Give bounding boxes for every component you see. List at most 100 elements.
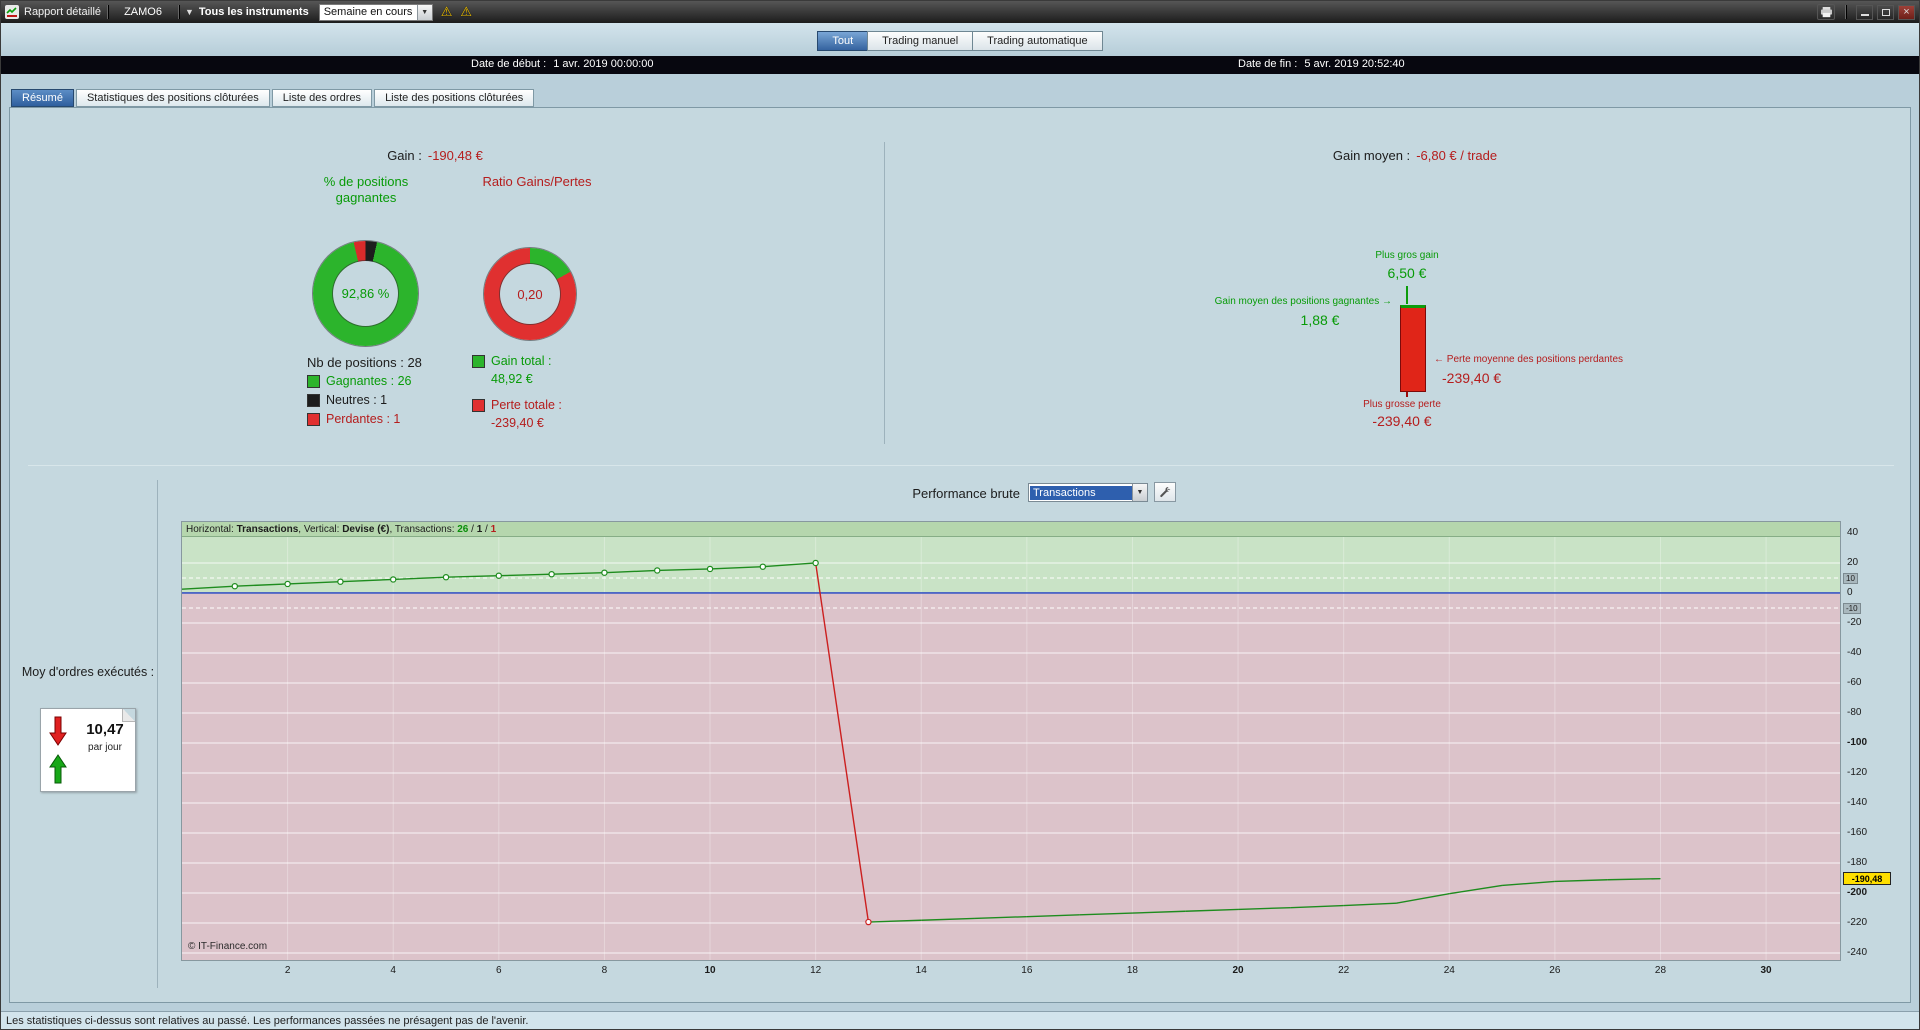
level-chip-minus10: -10 <box>1843 602 1861 614</box>
x-axis-tick: 24 <box>1443 965 1455 976</box>
avg-loss-label: Perte moyenne des positions perdantes <box>1446 354 1624 365</box>
chevron-down-icon[interactable]: ▼ <box>416 4 432 20</box>
vertical-divider <box>884 142 885 444</box>
divider <box>1845 5 1846 19</box>
x-axis-tick: 30 <box>1760 965 1772 976</box>
avg-gain-value: -6,80 € / trade <box>1416 148 1498 163</box>
performance-plot[interactable] <box>181 522 1840 960</box>
period-select[interactable]: Semaine en cours ▼ <box>318 3 433 21</box>
instruments-dropdown[interactable]: ▼ Tous les instruments <box>185 6 309 18</box>
tab-liste-ordres[interactable]: Liste des ordres <box>271 89 373 107</box>
ratio-title: Ratio Gains/Pertes <box>482 174 592 189</box>
level-chip-10: 10 <box>1843 572 1858 584</box>
biggest-loss-label: Plus grosse perte <box>1363 399 1441 410</box>
chart-header-segment: 26 <box>457 523 469 535</box>
winners-donut: 92,86 % <box>313 241 418 346</box>
avg-gain-label: Gain moyen : <box>1332 148 1411 163</box>
date-end: Date de fin : 5 avr. 2019 20:52:40 <box>1238 58 1405 70</box>
summary-panel: Gain : -190,48 € % de positions gagnantes… <box>9 107 1911 1003</box>
date-start: Date de début : 1 avr. 2019 00:00:00 <box>471 58 654 70</box>
avg-loss-value: -239,40 € <box>1442 370 1502 386</box>
chart-header-segment: Devise (€) <box>342 523 390 535</box>
chart-header-segment: 1 <box>490 523 497 535</box>
x-axis-tick: 10 <box>704 965 716 976</box>
y-axis-tick: -200 <box>1847 886 1868 898</box>
winners-donut-value: 92,86 % <box>341 286 390 301</box>
minimize-button[interactable] <box>1856 4 1873 20</box>
title-bar: Rapport détaillé ZAMO6 ▼ Tous les instru… <box>1 1 1919 23</box>
report-tabs: Résumé Statistiques des positions clôtur… <box>11 89 535 107</box>
document-tab[interactable]: ZAMO6 <box>114 4 172 20</box>
y-axis-tick: -100 <box>1847 736 1868 748</box>
header-band: Tout Trading manuel Trading automatique <box>1 23 1919 56</box>
chevron-down-icon: ▼ <box>184 7 194 17</box>
tab-trading-automatique[interactable]: Trading automatique <box>972 31 1103 51</box>
tab-statistiques[interactable]: Statistiques des positions clôturées <box>75 89 270 107</box>
gain-label: Gain : <box>387 148 422 163</box>
close-button[interactable]: × <box>1898 4 1915 20</box>
chart-header-segment: Horizontal: <box>186 523 237 535</box>
total-loss-label: Perte totale : <box>491 398 562 412</box>
total-gain-value: 48,92 € <box>491 372 533 386</box>
performance-chart[interactable] <box>181 521 1841 961</box>
dark-square-icon <box>307 393 320 407</box>
performance-series-select[interactable]: Transactions ▼ <box>1028 483 1148 502</box>
divider <box>107 5 109 19</box>
x-axis-tick: 18 <box>1126 965 1138 976</box>
ratio-donut-value: 0,20 <box>517 286 543 302</box>
x-axis-tick: 28 <box>1654 965 1667 976</box>
y-axis-tick: -180 <box>1847 856 1868 868</box>
vertical-divider <box>157 480 158 988</box>
legend-neutral: Neutres : 1 <box>307 393 387 407</box>
print-button[interactable] <box>1817 4 1835 20</box>
tab-tout[interactable]: Tout <box>817 31 869 51</box>
avg-orders-label: Moy d'ordres exécutés : <box>21 665 155 679</box>
legend-losers: Perdantes : 1 <box>307 412 400 426</box>
y-axis-tick: -60 <box>1847 676 1862 688</box>
chart-header-segment: / <box>482 523 491 535</box>
avg-win-label: Gain moyen des positions gagnantes <box>1214 296 1380 307</box>
period-value: Semaine en cours <box>323 6 413 18</box>
avg-orders-value: 10,47 <box>86 721 124 738</box>
y-axis-tick: 20 <box>1847 556 1859 568</box>
total-gain-label: Gain total : <box>491 354 552 368</box>
x-axis-tick: 6 <box>496 965 502 976</box>
chart-header-segment: , Vertical: <box>298 523 343 535</box>
chart-header-segment: Transactions <box>236 523 299 535</box>
y-axis-tick: 0 <box>1847 586 1853 598</box>
maximize-button[interactable] <box>1877 4 1894 20</box>
instruments-label: Tous les instruments <box>198 6 309 18</box>
window-title: Rapport détaillé <box>24 6 102 18</box>
tab-resume[interactable]: Résumé <box>11 89 74 107</box>
warning-icon[interactable]: ⚠ <box>460 4 472 20</box>
red-square-icon <box>472 398 485 412</box>
avg-orders-unit: par jour <box>88 742 122 753</box>
positions-count: Nb de positions : 28 <box>307 355 422 370</box>
y-axis-tick: 40 <box>1847 526 1859 538</box>
tab-liste-positions[interactable]: Liste des positions clôturées <box>374 89 535 107</box>
warning-icon[interactable]: ⚠ <box>441 4 453 20</box>
ratio-donut: 0,20 <box>484 248 576 340</box>
x-axis-tick: 26 <box>1549 965 1561 976</box>
x-axis-tick: 22 <box>1338 965 1350 976</box>
x-axis-tick: 16 <box>1021 965 1033 976</box>
green-square-icon <box>472 354 485 368</box>
x-axis-tick: 8 <box>601 965 608 976</box>
chevron-down-icon[interactable]: ▼ <box>1132 484 1147 501</box>
x-axis-tick: 14 <box>915 965 927 976</box>
date-end-label: Date de fin : <box>1238 58 1298 70</box>
avg-win-value: 1,88 € <box>1300 312 1340 328</box>
y-axis-tick: -20 <box>1847 616 1862 628</box>
chart-settings-button[interactable] <box>1154 482 1176 502</box>
avg-loss-label-row: ← Perte moyenne des positions perdantes <box>1434 354 1623 365</box>
y-axis-tick: -140 <box>1847 796 1868 808</box>
total-gain-legend: Gain total : <box>472 354 551 368</box>
y-axis-tick: -160 <box>1847 826 1868 838</box>
y-axis-tick: -240 <box>1847 946 1868 958</box>
minimize-icon <box>1860 14 1869 16</box>
legend-losers-label: Perdantes : 1 <box>326 412 401 426</box>
y-axis-tick: -80 <box>1847 706 1862 718</box>
tab-trading-manuel[interactable]: Trading manuel <box>867 31 974 51</box>
winners-pct-title: % de positions gagnantes <box>323 174 409 205</box>
gain-tick <box>1406 286 1408 304</box>
